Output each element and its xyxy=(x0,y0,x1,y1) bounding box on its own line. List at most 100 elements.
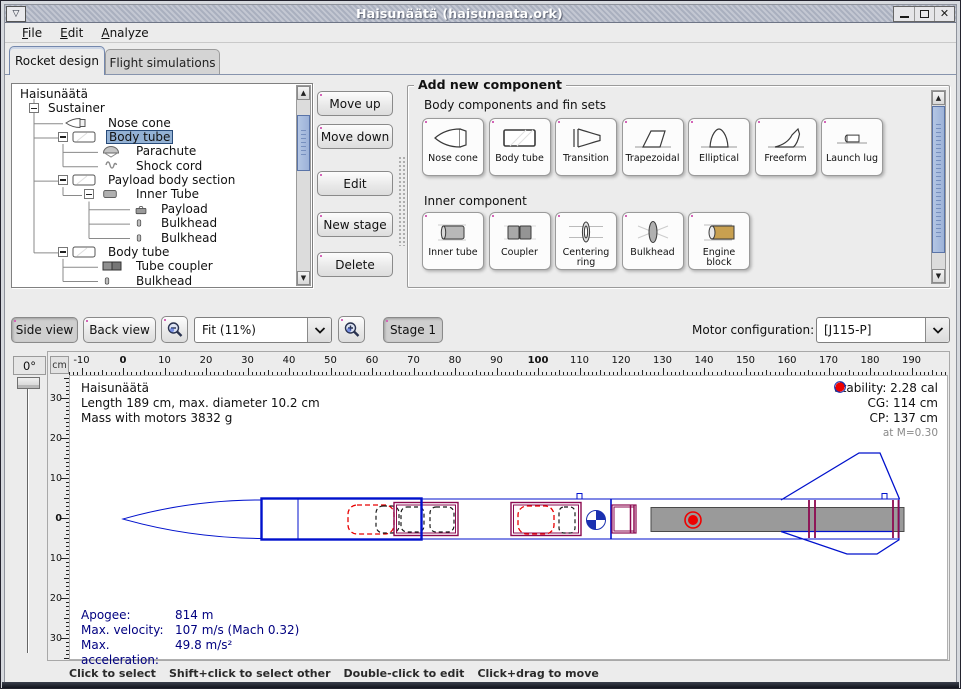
tree-item-bulkhead[interactable]: Bulkhead xyxy=(12,216,296,230)
tab-panel-border xyxy=(5,74,956,75)
bodytube-icon xyxy=(70,246,98,258)
tree-collapse-icon[interactable] xyxy=(29,103,39,113)
flight-stat-label: Max. velocity: xyxy=(81,623,175,638)
menu-file[interactable]: File xyxy=(13,24,51,42)
tab-bar: Rocket designFlight simulations xyxy=(5,43,956,75)
status-hint: Click to select xyxy=(69,667,156,680)
component-button-label: Freeform xyxy=(762,154,808,164)
tree-item-inner-tube[interactable]: Inner Tube xyxy=(12,187,296,201)
nosecone-icon xyxy=(63,117,89,129)
minimize-button[interactable] xyxy=(894,7,914,21)
close-button[interactable]: ✕ xyxy=(934,7,954,21)
status-hint: Shift+click to select other xyxy=(169,667,331,680)
tree-item-sustainer[interactable]: Sustainer xyxy=(12,101,296,115)
tree-item-label: Inner Tube xyxy=(134,187,201,201)
rotation-angle-label: 0° xyxy=(13,356,46,375)
stage-1-toggle[interactable]: Stage 1 xyxy=(383,317,443,343)
delete-button[interactable]: Delete xyxy=(317,252,393,277)
horizontal-ruler: -100102030405060708090100110120130140150… xyxy=(69,354,948,375)
move-up-button[interactable]: Move up xyxy=(317,91,393,116)
group-title: Add new component xyxy=(414,77,566,92)
rotation-slider-track[interactable] xyxy=(27,383,29,653)
add-engine-block-button[interactable]: Engine block xyxy=(688,212,750,270)
scroll-up-icon[interactable]: ▲ xyxy=(932,91,945,105)
tree-item-label: Payload body section xyxy=(106,173,237,187)
move-down-button[interactable]: Move down xyxy=(317,124,393,149)
cg-value: CG: 114 cm xyxy=(867,396,938,411)
add-transition-button[interactable]: Transition xyxy=(555,118,617,176)
tree-item-label: Payload xyxy=(159,202,210,216)
add-launch-lug-button[interactable]: Launch lug xyxy=(821,118,883,176)
zoom-in-button[interactable] xyxy=(338,316,365,343)
tree-item-shock-cord[interactable]: Shock cord xyxy=(12,159,296,173)
rocket-mass: Mass with motors 3832 g xyxy=(81,411,320,426)
rotation-slider-handle[interactable] xyxy=(17,377,40,389)
motor-configuration-value: [J115-P] xyxy=(817,323,925,337)
tree-item-payload-body-section[interactable]: Payload body section xyxy=(12,173,296,187)
scroll-down-icon[interactable]: ▼ xyxy=(297,271,310,285)
add-centering-ring-button[interactable]: Centering ring xyxy=(555,212,617,270)
application-window: ▽ Haisunäätä (haisunaata.ork) ✕ FileEdit… xyxy=(0,0,961,689)
zoom-out-button[interactable] xyxy=(161,316,188,343)
add-freeform-button[interactable]: Freeform xyxy=(755,118,817,176)
tree-item-label: Bulkhead xyxy=(159,231,219,245)
tree-item-bulkhead[interactable]: Bulkhead xyxy=(12,274,296,288)
tree-item-tube-coupler[interactable]: Tube coupler xyxy=(12,259,296,273)
bulkhead-icon xyxy=(101,275,113,287)
vertical-ruler: -30-20-100102030 xyxy=(50,375,69,660)
add-coupler-button[interactable]: Coupler xyxy=(489,212,551,270)
component-tree[interactable]: HaisunäätäSustainerNose coneBody tubePar… xyxy=(11,83,313,288)
maximize-button[interactable] xyxy=(914,7,934,21)
chevron-down-icon[interactable] xyxy=(925,318,949,342)
bulkhead-icon xyxy=(133,217,145,229)
tree-item-body-tube[interactable]: Body tube xyxy=(12,130,296,144)
zoom-level-select[interactable]: Fit (11%) xyxy=(194,317,332,343)
tree-collapse-icon[interactable] xyxy=(84,189,94,199)
window-bottom-edge xyxy=(2,682,959,688)
flight-stat-row: Max. velocity:107 m/s (Mach 0.32) xyxy=(81,623,299,638)
tree-item-haisunäätä[interactable]: Haisunäätä xyxy=(12,87,296,101)
rocket-view-panel: cm -100102030405060708090100110120130140… xyxy=(47,351,950,661)
flight-summary: Apogee:814 mMax. velocity:107 m/s (Mach … xyxy=(81,608,299,668)
tree-item-bulkhead[interactable]: Bulkhead xyxy=(12,231,296,245)
tree-item-parachute[interactable]: Parachute xyxy=(12,144,296,158)
tree-collapse-icon[interactable] xyxy=(58,175,68,185)
component-button-label: Coupler xyxy=(499,248,540,258)
flight-stat-value: 814 m xyxy=(175,608,213,623)
menu-analyze[interactable]: Analyze xyxy=(92,24,157,42)
status-hint: Click+drag to move xyxy=(477,667,598,680)
add-trapezoidal-button[interactable]: Trapezoidal xyxy=(622,118,684,176)
add-nose-cone-button[interactable]: Nose cone xyxy=(422,118,484,176)
tree-item-payload[interactable]: Payload xyxy=(12,202,296,216)
menu-edit[interactable]: Edit xyxy=(51,24,92,42)
panel-splitter-handle[interactable] xyxy=(398,156,406,246)
scroll-up-icon[interactable]: ▲ xyxy=(297,86,310,100)
back-view-button[interactable]: Back view xyxy=(83,317,156,343)
edit-button[interactable]: Edit xyxy=(317,171,393,196)
tab-flight-simulations[interactable]: Flight simulations xyxy=(105,49,220,75)
section-label: Body components and fin sets xyxy=(424,98,606,112)
window-menu-icon[interactable]: ▽ xyxy=(6,6,26,22)
cp-value: CP: 137 cm xyxy=(870,411,938,426)
motor-configuration-label: Motor configuration: xyxy=(692,323,814,337)
chevron-down-icon[interactable] xyxy=(307,318,331,342)
tree-item-body-tube[interactable]: Body tube xyxy=(12,245,296,259)
add-inner-tube-button[interactable]: Inner tube xyxy=(422,212,484,270)
tree-item-nose-cone[interactable]: Nose cone xyxy=(12,116,296,130)
motor-configuration-select[interactable]: [J115-P] xyxy=(816,317,950,343)
tree-collapse-icon[interactable] xyxy=(58,247,68,257)
rocket-canvas[interactable]: Haisunäätä Length 189 cm, max. diameter … xyxy=(69,375,948,660)
add-body-tube-button[interactable]: Body tube xyxy=(489,118,551,176)
innertube-icon xyxy=(101,188,119,200)
new-stage-button[interactable]: New stage xyxy=(317,212,393,237)
side-view-button[interactable]: Side view xyxy=(11,317,78,343)
zoom-level-value: Fit (11%) xyxy=(195,323,307,337)
tab-rocket-design[interactable]: Rocket design xyxy=(9,46,105,75)
add-elliptical-button[interactable]: Elliptical xyxy=(688,118,750,176)
tree-scrollbar: ▲ ▼ xyxy=(296,85,311,286)
tree-collapse-icon[interactable] xyxy=(58,132,68,142)
scroll-down-icon[interactable]: ▼ xyxy=(932,269,945,283)
add-bulkhead-button[interactable]: Bulkhead xyxy=(622,212,684,270)
tree-scrollbar-thumb[interactable] xyxy=(297,115,310,171)
component-scrollbar-thumb[interactable] xyxy=(932,106,945,253)
